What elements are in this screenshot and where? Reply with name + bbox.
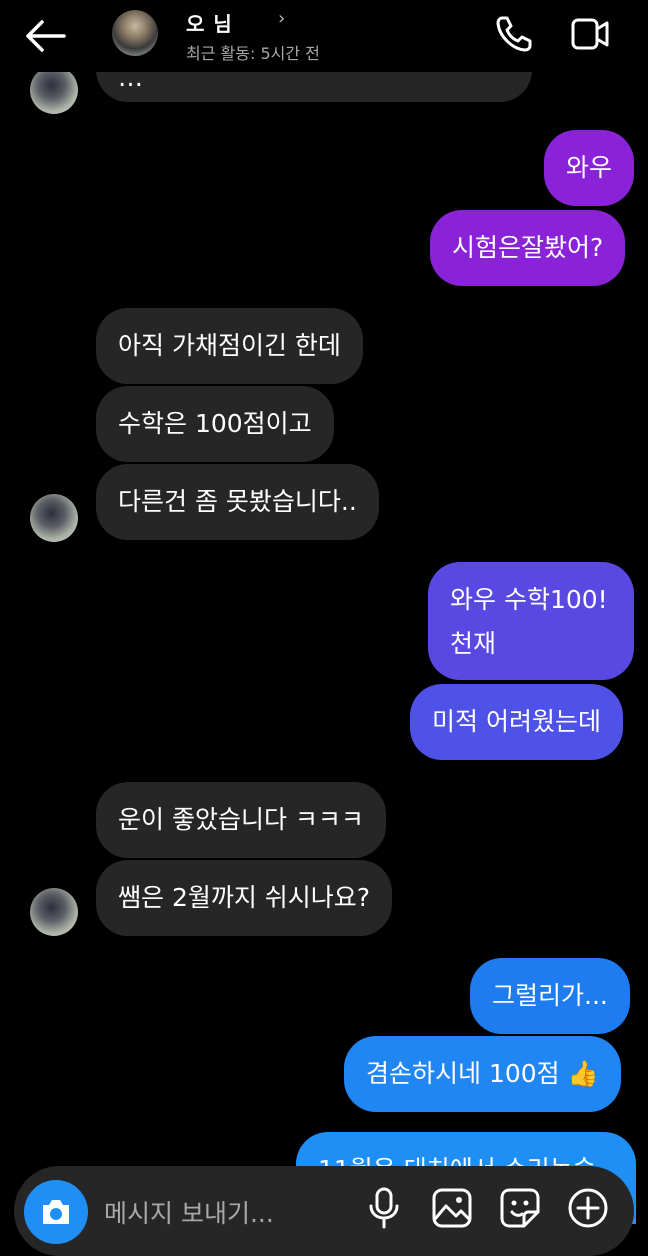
contact-avatar-small[interactable] — [30, 66, 78, 114]
video-camera-icon[interactable] — [570, 14, 610, 54]
chevron-right-icon[interactable]: › — [278, 8, 285, 29]
camera-button[interactable] — [24, 1180, 88, 1244]
message-input[interactable]: 메시지 보내기... — [104, 1194, 274, 1230]
plus-circle-icon[interactable] — [566, 1186, 610, 1230]
contact-avatar-small[interactable] — [30, 494, 78, 542]
message-sent[interactable]: 시험은잘봤어? — [430, 210, 626, 286]
message-sent[interactable]: 그럴리가... — [470, 958, 630, 1034]
message-received[interactable]: 다른건 좀 못봤습니다.. — [96, 464, 379, 540]
camera-icon — [43, 1200, 69, 1224]
message-received[interactable]: 수학은 100점이고 — [96, 386, 334, 462]
gallery-icon[interactable] — [430, 1186, 474, 1230]
contact-avatar-small[interactable] — [30, 888, 78, 936]
message-composer: 메시지 보내기... — [14, 1166, 634, 1256]
last-active-status: 최근 활동: 5시간 전 — [186, 44, 320, 63]
message-line: 와우 수학100! — [450, 585, 608, 614]
message-received[interactable]: 아직 가채점이긴 한데 — [96, 308, 363, 384]
phone-icon[interactable] — [494, 14, 534, 54]
message-line: 천재 — [450, 629, 497, 658]
contact-avatar[interactable] — [112, 10, 158, 56]
message-sent[interactable]: 겸손하시네 100점 👍 — [344, 1036, 621, 1112]
message-received[interactable]: 운이 좋았습니다 ㅋㅋㅋ — [96, 782, 386, 858]
back-arrow-icon[interactable] — [24, 18, 68, 54]
sticker-icon[interactable] — [498, 1186, 542, 1230]
contact-name[interactable]: 오 님 — [186, 8, 233, 37]
message-sent[interactable]: 와우 — [544, 130, 635, 206]
message-received[interactable]: 쌤은 2월까지 쉬시나요? — [96, 860, 393, 936]
chat-header: 오 님 › 최근 활동: 5시간 전 — [0, 0, 648, 72]
message-sent-multiline[interactable]: 와우 수학100! 천재 — [428, 562, 634, 680]
microphone-icon[interactable] — [362, 1186, 406, 1230]
message-sent[interactable]: 미적 어려웠는데 — [410, 684, 623, 760]
